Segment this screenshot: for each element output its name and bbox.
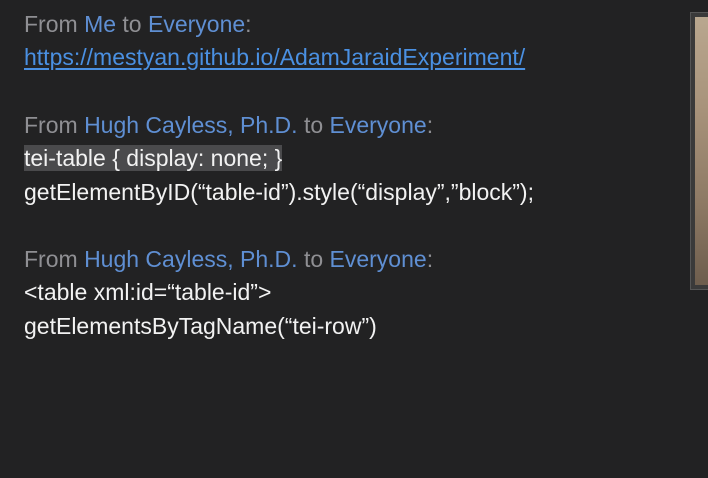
message-line[interactable]: getElementsByTagName(“tei-row”) [24,309,433,343]
message-header: From Hugh Cayless, Ph.D. to Everyone: [24,243,433,275]
recipient-name: Everyone [147,11,246,37]
message-line[interactable]: <table xml:id=“table-id”> [24,275,433,309]
header-colon: : [426,246,434,272]
message-line[interactable]: getElementByID(“table-id”).style(“displa… [24,175,534,209]
recipient-name: Everyone [329,246,427,272]
to-word: to [303,246,324,272]
header-colon: : [245,11,252,37]
to-word: to [303,112,324,138]
recipient-name: Everyone [329,112,427,138]
sender-name: Hugh Cayless, Ph.D. [84,112,298,138]
message-line: tei-table { display: none; } [24,141,534,175]
video-thumbnail[interactable] [690,12,708,290]
chat-message: From Me to Everyone: https://mestyan.git… [24,8,525,74]
message-header: From Me to Everyone: [24,8,525,40]
chat-message: From Hugh Cayless, Ph.D. to Everyone: te… [24,109,534,209]
sender-name: Hugh Cayless, Ph.D. [84,246,298,272]
chat-message: From Hugh Cayless, Ph.D. to Everyone: <t… [24,243,433,343]
header-colon: : [426,112,434,138]
from-word: From [24,11,78,37]
from-word: From [24,246,78,272]
to-word: to [122,11,142,37]
participant-video [695,17,708,285]
message-line: https://mestyan.github.io/AdamJaraidExpe… [24,40,525,74]
from-word: From [24,112,78,138]
sender-name: Me [84,11,117,37]
selected-text[interactable]: tei-table { display: none; } [24,145,283,171]
message-link[interactable]: https://mestyan.github.io/AdamJaraidExpe… [24,44,525,70]
message-header: From Hugh Cayless, Ph.D. to Everyone: [24,109,534,141]
